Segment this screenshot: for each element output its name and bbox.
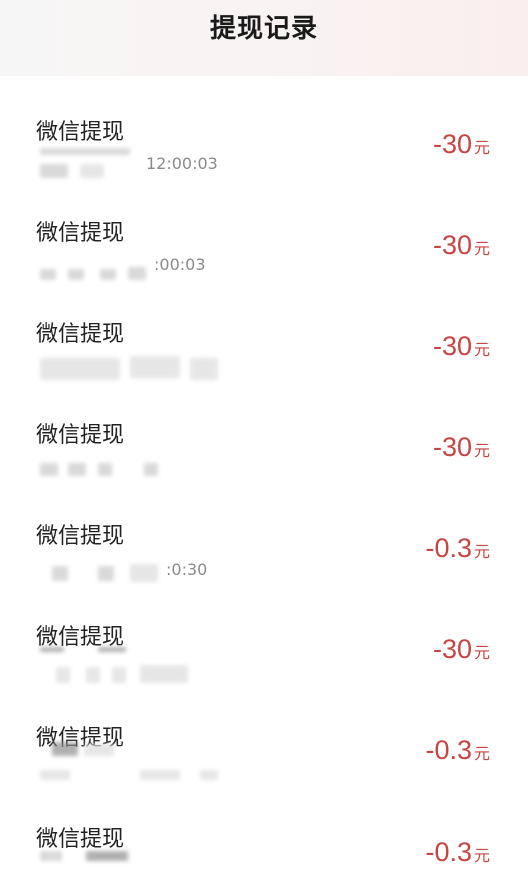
redacted-date [52, 742, 78, 756]
record-amount: -0.3 元 [425, 735, 490, 766]
redacted-date [200, 770, 218, 780]
redacted-date [140, 665, 188, 683]
redacted-date [112, 667, 126, 683]
record-title: 微信提现 [36, 120, 125, 145]
record-title: 微信提现 [36, 524, 125, 549]
amount-unit: 元 [473, 239, 490, 258]
record-amount: -0.3 元 [425, 837, 490, 868]
amount-unit: 元 [473, 138, 490, 157]
amount-unit: 元 [473, 441, 490, 460]
record-title: 微信提现 [36, 423, 125, 448]
redacted-date [40, 463, 58, 476]
record-amount: -30 元 [433, 634, 490, 665]
redacted-date [84, 744, 114, 756]
record-time: 12:00:03 [146, 154, 218, 173]
redacted-date [40, 851, 62, 861]
withdrawal-record-item[interactable]: 微信提现 -30 元 [0, 278, 528, 380]
redacted-date [40, 647, 64, 652]
record-time: :0:30 [166, 560, 208, 579]
amount-unit: 元 [473, 643, 490, 662]
redacted-date [80, 164, 104, 178]
withdrawal-record-item[interactable]: 微信提现 -0.3 元 [0, 682, 528, 783]
redacted-date [86, 851, 128, 861]
redacted-date [56, 667, 70, 683]
record-amount: -30 元 [433, 432, 490, 463]
record-amount: -30 元 [433, 129, 490, 160]
redacted-date [40, 164, 68, 178]
redacted-date [40, 148, 130, 155]
withdrawal-record-item[interactable]: 微信提现 12:00:03 -30 元 [0, 76, 528, 178]
record-title: 微信提现 [36, 221, 125, 246]
amount-value: -0.3 [425, 735, 472, 765]
redacted-date [40, 358, 120, 380]
amount-unit: 元 [473, 340, 490, 359]
redacted-date [52, 566, 68, 581]
redacted-date [98, 566, 114, 581]
header-bar: 提现记录 [0, 0, 528, 76]
withdrawal-record-item[interactable]: 微信提现 :0:30 -0.3 元 [0, 480, 528, 582]
redacted-date [98, 647, 126, 652]
amount-value: -30 [432, 230, 472, 260]
withdrawal-record-item[interactable]: 微信提现 -30 元 [0, 379, 528, 480]
amount-value: -30 [432, 634, 472, 664]
amount-value: -0.3 [425, 837, 472, 867]
record-title: 微信提现 [36, 827, 125, 852]
redacted-date [140, 770, 180, 780]
redacted-date [130, 564, 158, 582]
amount-value: -30 [432, 331, 472, 361]
redacted-date [130, 356, 180, 378]
amount-unit: 元 [473, 846, 490, 865]
record-time: :00:03 [154, 255, 206, 274]
redacted-date [144, 463, 158, 476]
record-amount: -0.3 元 [425, 533, 490, 564]
record-title: 微信提现 [36, 322, 125, 347]
record-amount: -30 元 [433, 230, 490, 261]
redacted-date [190, 358, 218, 380]
withdrawal-record-item[interactable]: 微信提现 -0.3 元 [0, 783, 528, 884]
redacted-date [68, 463, 86, 476]
amount-value: -30 [432, 129, 472, 159]
amount-unit: 元 [473, 744, 490, 763]
amount-value: -0.3 [425, 533, 472, 563]
amount-value: -30 [432, 432, 472, 462]
redacted-date [86, 667, 100, 683]
redacted-date [98, 463, 112, 476]
redacted-date [40, 770, 70, 780]
amount-unit: 元 [473, 542, 490, 561]
record-amount: -30 元 [433, 331, 490, 362]
page-title: 提现记录 [209, 14, 318, 44]
withdrawal-record-item[interactable]: 微信提现 -30 元 [0, 581, 528, 683]
withdrawal-record-item[interactable]: 微信提现 :00:03 -30 元 [0, 177, 528, 280]
